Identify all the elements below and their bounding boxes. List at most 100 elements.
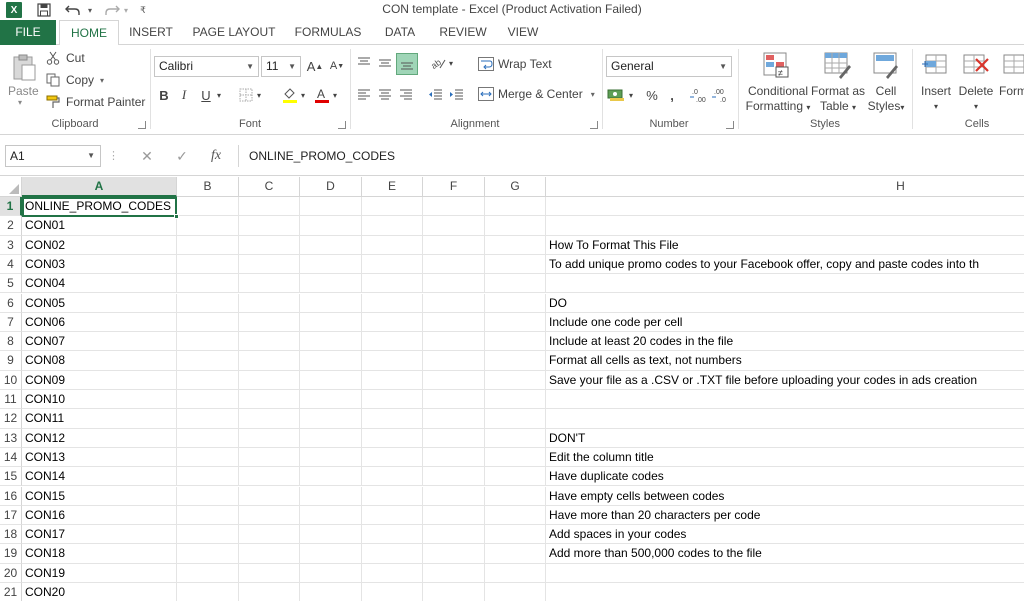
cell-b7[interactable] bbox=[177, 312, 239, 333]
row-header-3[interactable]: 3 bbox=[0, 235, 22, 255]
cell-e13[interactable] bbox=[362, 428, 423, 448]
cell-e6[interactable] bbox=[362, 293, 423, 313]
cell-e8[interactable] bbox=[362, 332, 423, 352]
cell-a21[interactable]: CON20 bbox=[22, 583, 177, 601]
tab-file[interactable]: FILE bbox=[0, 20, 56, 45]
cell-g9[interactable] bbox=[485, 351, 546, 371]
format-painter-button[interactable]: Format Painter bbox=[46, 95, 145, 109]
cell-g7[interactable] bbox=[485, 312, 546, 333]
number-format-select[interactable]: General ▼ bbox=[606, 56, 732, 77]
cell-g13[interactable] bbox=[485, 428, 546, 448]
cell-h7[interactable]: Include one code per cell bbox=[546, 313, 1024, 333]
cell-d16[interactable] bbox=[300, 486, 362, 506]
fill-color-button[interactable] bbox=[280, 85, 300, 105]
cell-styles-icon[interactable] bbox=[872, 51, 900, 79]
cell-h5[interactable] bbox=[546, 274, 1024, 294]
row-header-5[interactable]: 5 bbox=[0, 274, 22, 294]
cell-h1[interactable] bbox=[546, 197, 1024, 217]
font-dialog-launcher[interactable] bbox=[338, 121, 346, 129]
decrease-decimal-button[interactable]: .00.0 bbox=[712, 85, 732, 105]
cell-c13[interactable] bbox=[239, 428, 300, 448]
cell-d5[interactable] bbox=[300, 274, 362, 294]
cell-d7[interactable] bbox=[300, 312, 362, 333]
cell-h13[interactable]: DON'T bbox=[546, 429, 1024, 448]
accounting-dropdown-icon[interactable]: ▾ bbox=[626, 85, 636, 105]
more-options-icon[interactable]: ⋮ bbox=[108, 146, 119, 166]
cell-g16[interactable] bbox=[485, 486, 546, 506]
cell-a18[interactable]: CON17 bbox=[22, 525, 177, 545]
cell-b5[interactable] bbox=[177, 274, 239, 294]
cell-h15[interactable]: Have duplicate codes bbox=[546, 467, 1024, 487]
row-header-11[interactable]: 11 bbox=[0, 390, 22, 410]
cell-d15[interactable] bbox=[300, 467, 362, 487]
cell-e1[interactable] bbox=[362, 197, 423, 217]
cell-b8[interactable] bbox=[177, 332, 239, 352]
cell-g14[interactable] bbox=[485, 447, 546, 468]
align-bottom-button[interactable] bbox=[396, 53, 418, 75]
column-header-e[interactable]: E bbox=[362, 177, 423, 197]
delete-cells-button[interactable]: Delete ▾ bbox=[956, 84, 996, 114]
cell-h9[interactable]: Format all cells as text, not numbers bbox=[546, 351, 1024, 371]
cell-b21[interactable] bbox=[177, 583, 239, 601]
row-header-19[interactable]: 19 bbox=[0, 544, 22, 564]
cell-a5[interactable]: CON04 bbox=[22, 274, 177, 294]
cell-g20[interactable] bbox=[485, 563, 546, 583]
row-header-21[interactable]: 21 bbox=[0, 583, 22, 601]
cell-e11[interactable] bbox=[362, 390, 423, 410]
cell-e18[interactable] bbox=[362, 525, 423, 545]
row-header-1[interactable]: 1 bbox=[0, 197, 22, 217]
cell-e16[interactable] bbox=[362, 486, 423, 506]
cell-a8[interactable]: CON07 bbox=[22, 332, 177, 352]
cell-h17[interactable]: Have more than 20 characters per code bbox=[546, 506, 1024, 526]
row-header-9[interactable]: 9 bbox=[0, 351, 22, 371]
cell-d11[interactable] bbox=[300, 390, 362, 410]
cell-g17[interactable] bbox=[485, 505, 546, 526]
accounting-format-button[interactable] bbox=[606, 85, 626, 105]
cell-b9[interactable] bbox=[177, 351, 239, 371]
paste-icon[interactable] bbox=[10, 53, 38, 81]
cell-h10[interactable]: Save your file as a .CSV or .TXT file be… bbox=[546, 371, 1024, 390]
shrink-font-button[interactable]: A ▼ bbox=[327, 56, 347, 76]
cell-b11[interactable] bbox=[177, 390, 239, 410]
decrease-indent-button[interactable] bbox=[426, 85, 446, 105]
percent-style-button[interactable]: % bbox=[642, 85, 662, 105]
cell-b20[interactable] bbox=[177, 563, 239, 583]
name-box[interactable]: A1 ▼ bbox=[5, 145, 101, 167]
grow-font-button[interactable]: A ▲ bbox=[305, 56, 325, 76]
cell-h14[interactable]: Edit the column title bbox=[546, 448, 1024, 468]
cell-h19[interactable]: Add more than 500,000 codes to the file bbox=[546, 544, 1024, 564]
cell-a16[interactable]: CON15 bbox=[22, 486, 177, 506]
cell-f7[interactable] bbox=[423, 312, 485, 333]
cell-e9[interactable] bbox=[362, 351, 423, 371]
cell-b14[interactable] bbox=[177, 447, 239, 468]
cell-c18[interactable] bbox=[239, 525, 300, 545]
cell-g10[interactable] bbox=[485, 370, 546, 390]
cell-d12[interactable] bbox=[300, 409, 362, 429]
cell-a7[interactable]: CON06 bbox=[22, 312, 177, 333]
cell-f13[interactable] bbox=[423, 428, 485, 448]
formula-input[interactable]: ONLINE_PROMO_CODES bbox=[238, 145, 1024, 167]
cell-f5[interactable] bbox=[423, 274, 485, 294]
align-left-button[interactable] bbox=[354, 85, 374, 105]
cell-c19[interactable] bbox=[239, 544, 300, 564]
borders-button[interactable] bbox=[236, 85, 256, 105]
cell-h18[interactable]: Add spaces in your codes bbox=[546, 525, 1024, 545]
cell-d18[interactable] bbox=[300, 525, 362, 545]
cell-a17[interactable]: CON16 bbox=[22, 505, 177, 526]
fill-handle[interactable] bbox=[174, 214, 179, 219]
cell-g21[interactable] bbox=[485, 583, 546, 601]
tab-formulas[interactable]: FORMULAS bbox=[288, 20, 368, 45]
bold-button[interactable]: B bbox=[154, 85, 174, 105]
cell-a4[interactable]: CON03 bbox=[22, 254, 177, 275]
cancel-entry-icon[interactable]: ✕ bbox=[137, 146, 157, 166]
cell-styles-button[interactable]: Cell Styles▾ bbox=[866, 84, 906, 115]
cell-d2[interactable] bbox=[300, 216, 362, 236]
cell-e20[interactable] bbox=[362, 563, 423, 583]
row-header-16[interactable]: 16 bbox=[0, 486, 22, 506]
cell-a9[interactable]: CON08 bbox=[22, 351, 177, 371]
cell-e5[interactable] bbox=[362, 274, 423, 294]
cell-g3[interactable] bbox=[485, 235, 546, 255]
cell-b17[interactable] bbox=[177, 505, 239, 526]
insert-cells-button[interactable]: Insert ▾ bbox=[916, 84, 956, 114]
comma-style-button[interactable]: , bbox=[662, 85, 682, 105]
